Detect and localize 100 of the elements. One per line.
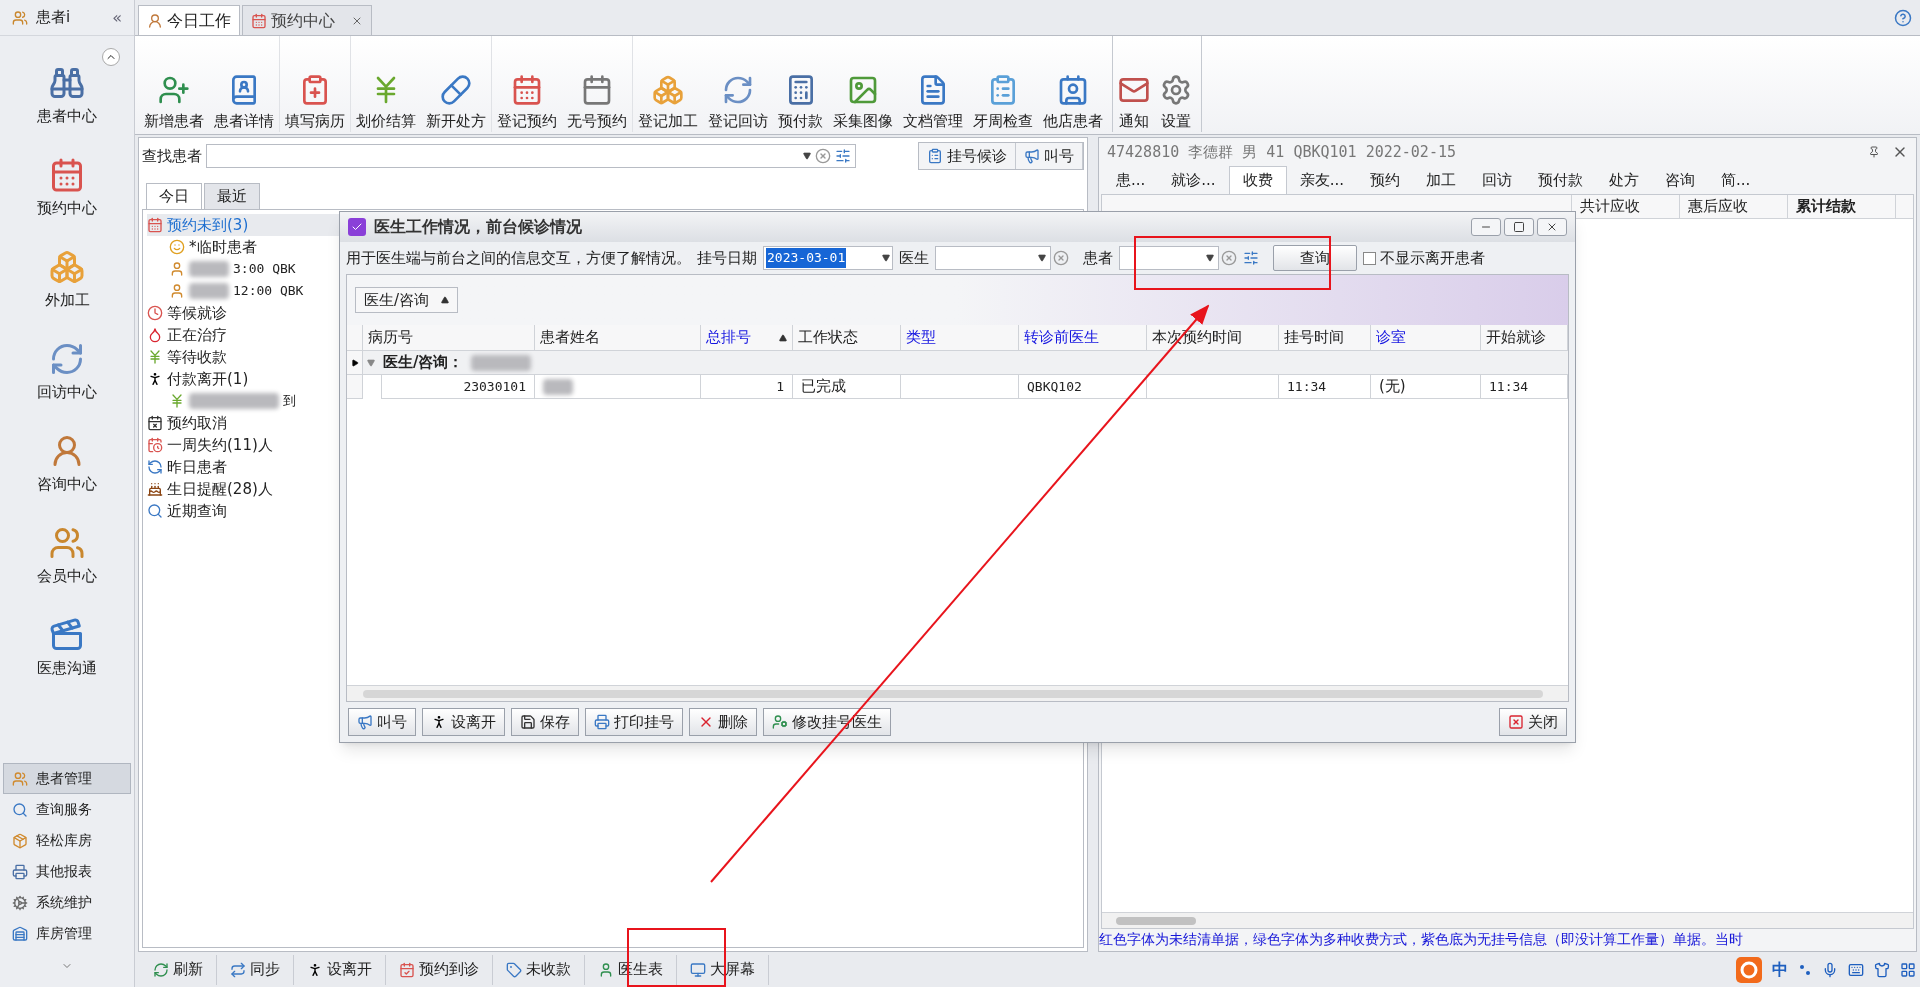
tree-item-text[interactable]: 12:00 QBK <box>233 281 304 301</box>
toolbar-button[interactable]: 挂号候诊 <box>919 143 1016 169</box>
column-header[interactable]: 诊室 <box>1371 325 1481 351</box>
nav-item[interactable]: 回访中心 <box>0 326 134 418</box>
tree-item[interactable]: 生日提醒(28)人 <box>147 478 347 500</box>
toolbar-button[interactable]: 刷新 <box>140 954 217 985</box>
tree-item[interactable]: 预约取消 <box>147 412 347 434</box>
toolbar-button[interactable]: 同步 <box>217 954 294 985</box>
detail-tab[interactable]: 处方 <box>1595 166 1652 194</box>
module-item[interactable]: 库房管理 <box>3 918 131 949</box>
detail-tab[interactable]: 就诊... <box>1158 166 1229 194</box>
ribbon-button[interactable]: 登记加工 <box>633 62 703 132</box>
column-header[interactable]: 总排号 <box>701 325 793 351</box>
ribbon-button[interactable]: 他店患者 <box>1038 62 1108 132</box>
column-header[interactable]: 工作状态 <box>793 325 901 351</box>
dialog-button[interactable]: 删除 <box>689 708 757 736</box>
ribbon-button[interactable]: 无号预约 <box>562 62 632 132</box>
detail-tab[interactable]: 回访 <box>1468 166 1525 194</box>
module-item[interactable]: 轻松库房 <box>3 825 131 856</box>
column-header[interactable]: 惠后应收 <box>1680 195 1788 218</box>
date-field[interactable]: 2023-03-01 <box>763 246 893 270</box>
module-item[interactable]: 查询服务 <box>3 794 131 825</box>
collapse-button[interactable]: « <box>112 5 122 30</box>
close-button[interactable] <box>1537 218 1567 236</box>
dialog-button[interactable]: 打印挂号 <box>585 708 683 736</box>
group-by-chip[interactable]: 医生/咨询 <box>355 287 459 313</box>
detail-tab[interactable]: 患... <box>1103 166 1159 194</box>
nav-item[interactable]: 患者中心 <box>0 50 134 142</box>
tree-item[interactable]: 等待收款 <box>147 346 347 368</box>
cake-icon <box>147 481 163 497</box>
column-header[interactable]: 病历号 <box>363 325 535 351</box>
tree-item[interactable]: 昨日患者 <box>147 456 347 478</box>
horizontal-scrollbar[interactable] <box>363 689 1543 698</box>
ribbon-button[interactable]: 登记回访 <box>703 62 773 132</box>
tree-item-text[interactable]: *临时患者 <box>189 235 257 259</box>
detail-tab[interactable]: 收费 <box>1228 166 1287 194</box>
column-header[interactable]: 累计结款 <box>1788 195 1896 218</box>
tree-item-text[interactable]: 3:00 QBK <box>233 259 296 279</box>
scroll-up-button[interactable] <box>102 48 120 66</box>
patient-field[interactable] <box>1119 246 1219 270</box>
ribbon-button[interactable]: 填写病历 <box>280 62 350 132</box>
doctor-field[interactable] <box>935 246 1051 270</box>
checkbox-icon <box>348 218 366 236</box>
maximize-button[interactable] <box>1504 218 1534 236</box>
dialog-button[interactable]: 叫号 <box>348 708 416 736</box>
detail-tab[interactable]: 咨询 <box>1651 166 1708 194</box>
ribbon-button[interactable]: 设置 <box>1155 62 1197 132</box>
dialog-button[interactable]: 保存 <box>511 708 579 736</box>
ribbon-button[interactable]: 文档管理 <box>898 62 968 132</box>
toolbar-button[interactable]: 大屏幕 <box>677 954 769 985</box>
column-header[interactable]: 开始就诊 <box>1481 325 1568 351</box>
nav-item[interactable]: 外加工 <box>0 234 134 326</box>
detail-tab[interactable]: 简... <box>1707 166 1764 194</box>
toolbar-button[interactable]: 预约到诊 <box>386 954 493 985</box>
list-tab[interactable]: 最近 <box>204 183 260 209</box>
nav-item[interactable]: 医患沟通 <box>0 602 134 694</box>
module-item[interactable]: 患者管理 <box>3 763 131 794</box>
detail-tab[interactable]: 加工 <box>1412 166 1469 194</box>
tree-item[interactable]: 正在治疗 <box>147 324 347 346</box>
list-tab[interactable]: 今日 <box>146 183 202 209</box>
ribbon-button[interactable]: 新增患者 <box>139 62 209 132</box>
document-tab[interactable]: 今日工作 <box>138 5 240 35</box>
ribbon-button[interactable]: 预付款 <box>773 62 828 132</box>
gears-icon <box>12 894 28 911</box>
module-item[interactable]: 其他报表 <box>3 856 131 887</box>
tree-item[interactable]: 付款离开(1) <box>147 368 347 390</box>
ribbon-button[interactable]: 新开处方 <box>421 62 491 132</box>
nav-item[interactable]: 会员中心 <box>0 510 134 602</box>
toolbar-button[interactable]: 设离开 <box>294 954 386 985</box>
ribbon-button[interactable]: 划价结算 <box>351 62 421 132</box>
detail-tab[interactable]: 预约 <box>1356 166 1413 194</box>
close-dialog-button[interactable]: 关闭 <box>1499 708 1567 736</box>
column-header[interactable]: 转诊前医生 <box>1019 325 1147 351</box>
detail-tab[interactable]: 亲友... <box>1286 166 1357 194</box>
horizontal-scrollbar[interactable] <box>1116 916 1196 925</box>
document-tab[interactable]: 预约中心 <box>242 5 372 35</box>
tree-item[interactable]: 等候就诊 <box>147 302 347 324</box>
tree-item-text[interactable]: 到 <box>283 391 296 411</box>
detail-tab[interactable]: 预付款 <box>1524 166 1596 194</box>
search-field[interactable] <box>206 144 856 168</box>
tree-item[interactable]: 近期查询 <box>147 500 347 522</box>
toolbar-button[interactable]: 叫号 <box>1016 143 1083 169</box>
module-item[interactable]: 系统维护 <box>3 887 131 918</box>
toolbar-button[interactable]: 未收款 <box>493 954 585 985</box>
ribbon-button[interactable]: 登记预约 <box>492 62 562 132</box>
nav-item[interactable]: 咨询中心 <box>0 418 134 510</box>
nav-item[interactable]: 预约中心 <box>0 142 134 234</box>
column-header[interactable]: 患者姓名 <box>535 325 701 351</box>
hide-left-checkbox[interactable]: 不显示离开患者 <box>1363 246 1485 270</box>
ribbon-button[interactable]: 牙周检查 <box>968 62 1038 132</box>
column-header[interactable]: 挂号时间 <box>1279 325 1371 351</box>
dialog-button[interactable]: 设离开 <box>422 708 505 736</box>
punctuation-icon[interactable] <box>1798 962 1812 977</box>
ribbon-button[interactable]: 采集图像 <box>828 62 898 132</box>
ime-mode[interactable]: 中 <box>1772 957 1788 982</box>
tree-item[interactable]: 一周失约(11)人 <box>147 434 347 456</box>
ribbon-button[interactable]: 患者详情 <box>209 62 279 132</box>
column-header[interactable]: 类型 <box>901 325 1019 351</box>
ribbon-button[interactable]: 通知 <box>1113 62 1155 132</box>
query-button[interactable]: 查询 <box>1273 245 1357 271</box>
